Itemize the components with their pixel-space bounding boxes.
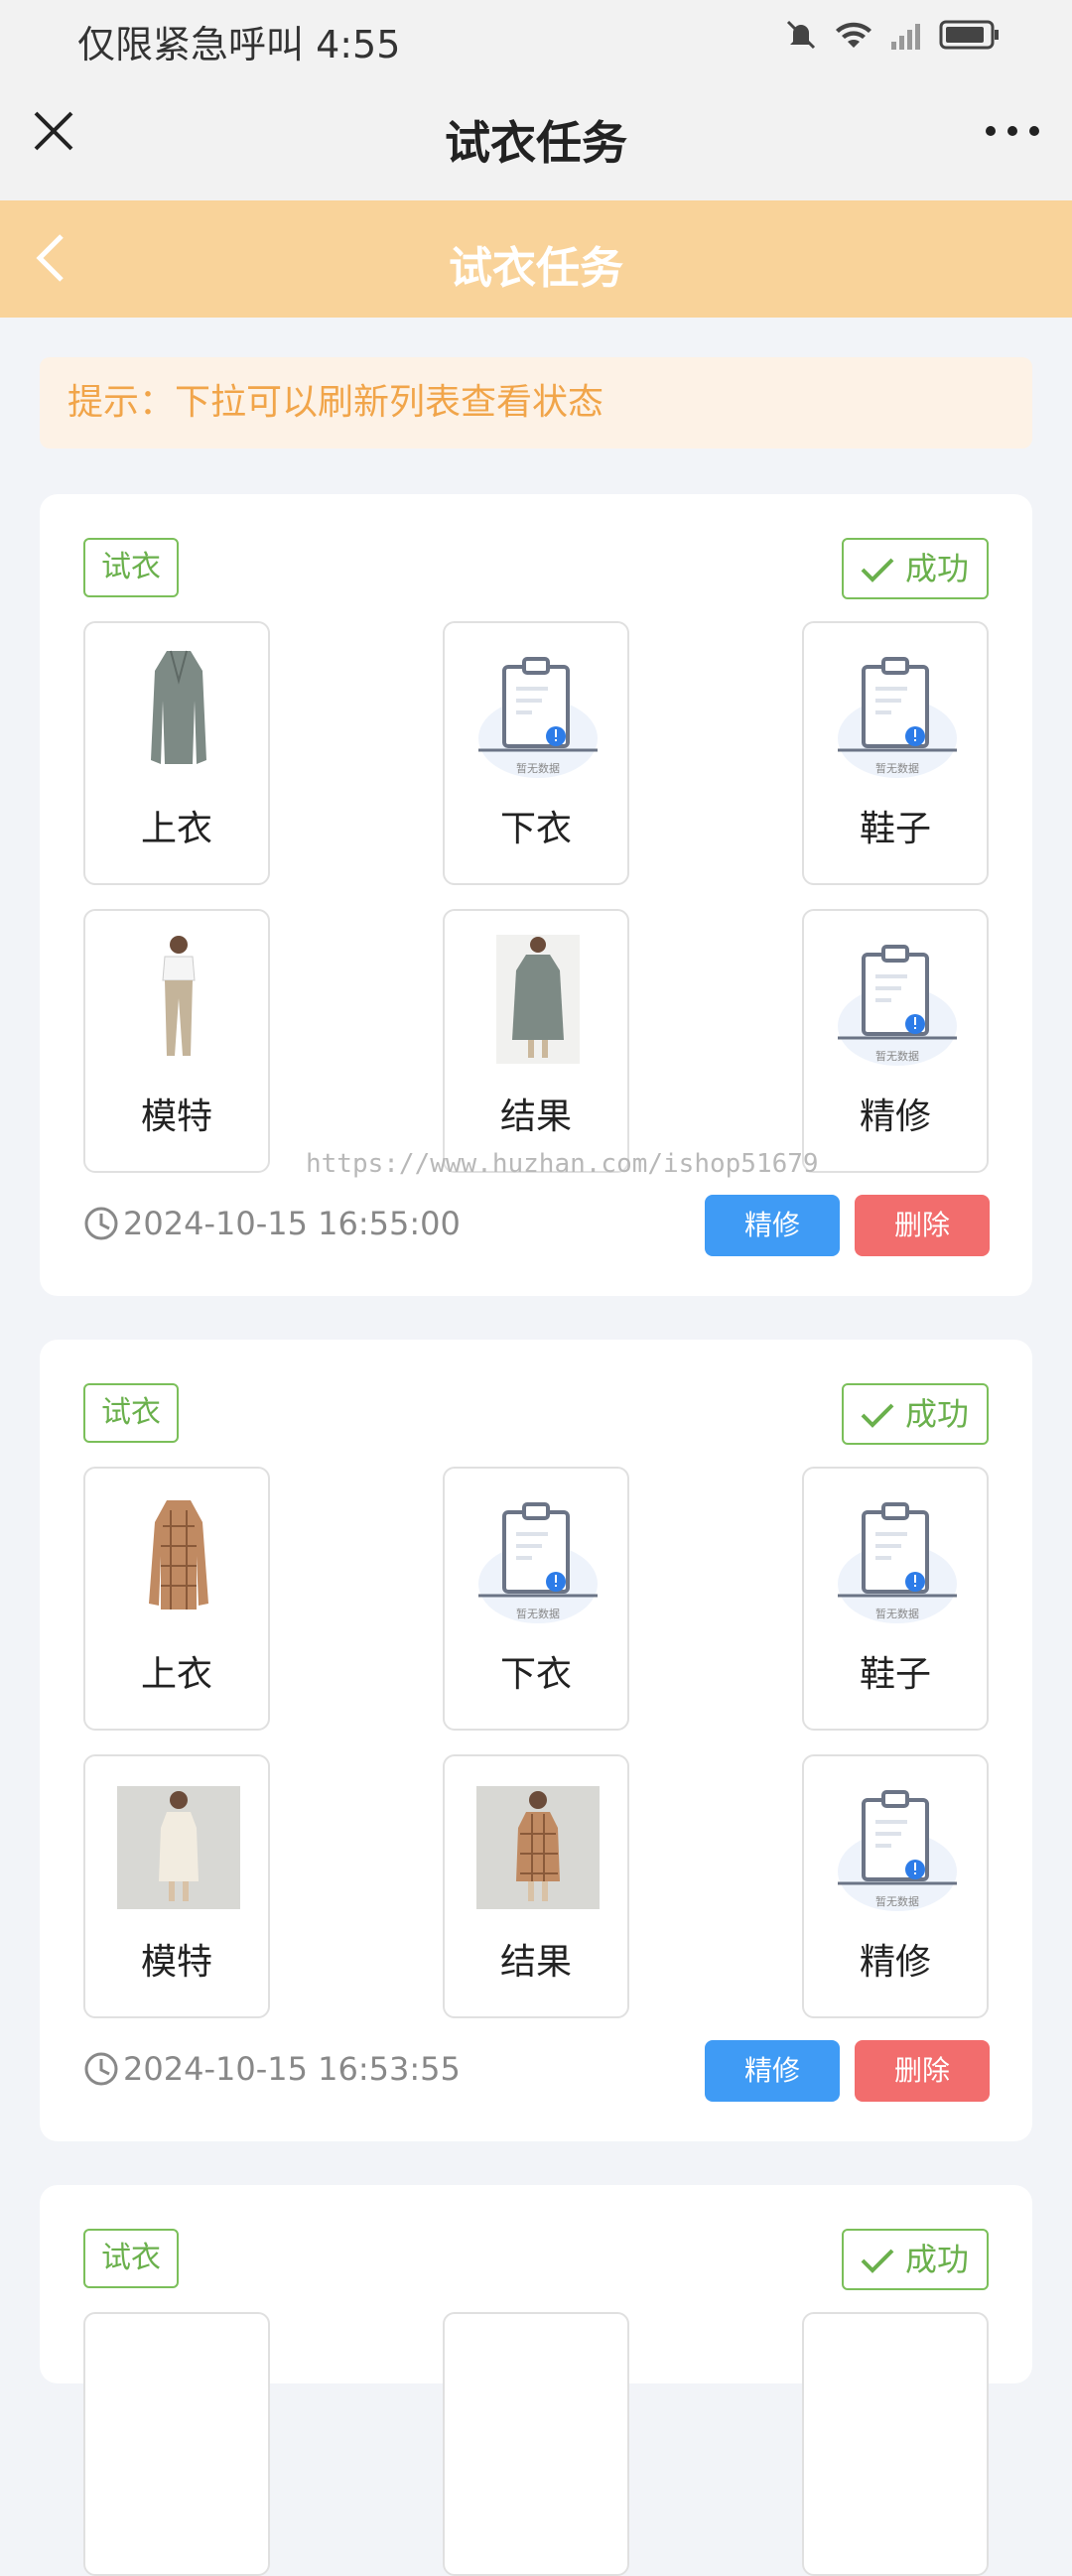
- task-type-tag: 试衣: [83, 538, 179, 597]
- tile-label: 鞋子: [859, 1654, 931, 1695]
- refresh-tip: 提示：下拉可以刷新列表查看状态: [40, 357, 1032, 449]
- task-card[interactable]: 试衣 成功: [40, 2185, 1032, 2576]
- empty-state-icon: 暂无数据: [838, 1502, 957, 1623]
- page-title: 试衣任务: [449, 243, 623, 294]
- status-text: 成功: [905, 1395, 970, 1433]
- svg-text:暂无数据: 暂无数据: [516, 761, 560, 775]
- tile-label: 模特: [140, 1096, 212, 1137]
- tile-refined[interactable]: 暂无数据 精修: [802, 909, 989, 1173]
- tile-bottom[interactable]: 暂无数据 下衣: [443, 621, 629, 885]
- tile-label: 鞋子: [859, 809, 931, 849]
- timestamp: 2024-10-15 16:53:55: [83, 2050, 461, 2088]
- tile-model[interactable]: 模特: [83, 909, 270, 1173]
- tile-label: 结果: [499, 1942, 572, 1983]
- signal-icon: [891, 24, 920, 50]
- clock-icon: [84, 1207, 118, 1240]
- status-badge: 成功: [842, 538, 989, 599]
- tile-bottom[interactable]: [443, 2312, 629, 2576]
- window-title: 试衣任务: [445, 116, 627, 170]
- task-card[interactable]: 试衣 成功 上衣 暂无数据 下衣 暂无数据 鞋子 模特 结果 暂无数据 精修 2…: [40, 1340, 1032, 2141]
- tile-label: 模特: [140, 1942, 212, 1983]
- empty-state-icon: 暂无数据: [478, 657, 598, 778]
- timestamp-text: 2024-10-15 16:55:00: [123, 1205, 461, 1242]
- plaid-dress-image: [149, 1500, 208, 1610]
- svg-text:暂无数据: 暂无数据: [875, 1894, 919, 1908]
- check-icon: [861, 558, 894, 582]
- tile-bottom[interactable]: 暂无数据 下衣: [443, 1467, 629, 1731]
- tile-result[interactable]: 结果: [443, 909, 629, 1173]
- model-image: [117, 1786, 240, 1909]
- more-icon[interactable]: [983, 119, 1042, 143]
- task-type-tag: 试衣: [83, 2229, 179, 2288]
- timestamp: 2024-10-15 16:55:00: [83, 1205, 461, 1242]
- clock-icon: [84, 2052, 118, 2086]
- tile-top[interactable]: [83, 2312, 270, 2576]
- refine-button[interactable]: 精修: [705, 2040, 840, 2102]
- empty-state-icon: 暂无数据: [838, 945, 957, 1066]
- status-text: 成功: [905, 550, 970, 587]
- tile-result[interactable]: 结果: [443, 1754, 629, 2018]
- empty-state-icon: 暂无数据: [838, 1790, 957, 1911]
- watermark: https://www.huzhan.com/ishop51679: [306, 1149, 819, 1179]
- tile-label: 精修: [859, 1096, 931, 1137]
- mute-icon: [786, 20, 816, 50]
- page-header: 试衣任务: [0, 200, 1072, 318]
- title-bar: 试衣任务: [0, 71, 1072, 200]
- refine-button[interactable]: 精修: [705, 1195, 840, 1256]
- timestamp-text: 2024-10-15 16:53:55: [123, 2050, 461, 2088]
- tile-label: 上衣: [140, 1654, 212, 1695]
- check-icon: [861, 2249, 894, 2273]
- svg-text:暂无数据: 暂无数据: [516, 1607, 560, 1620]
- tile-label: 结果: [499, 1096, 572, 1137]
- empty-state-icon: 暂无数据: [838, 657, 957, 778]
- tile-top[interactable]: 上衣: [83, 1467, 270, 1731]
- coat-image: [151, 650, 206, 764]
- tile-top[interactable]: 上衣: [83, 621, 270, 885]
- svg-text:暂无数据: 暂无数据: [875, 1607, 919, 1620]
- status-text: 仅限紧急呼叫 4:55: [77, 23, 401, 66]
- tile-model[interactable]: 模特: [83, 1754, 270, 2018]
- tile-refined[interactable]: 暂无数据 精修: [802, 1754, 989, 2018]
- delete-button[interactable]: 删除: [855, 1195, 990, 1256]
- tile-label: 下衣: [499, 809, 572, 849]
- empty-state-icon: 暂无数据: [478, 1502, 598, 1623]
- tile-label: 下衣: [499, 1654, 572, 1695]
- task-type-tag: 试衣: [83, 1383, 179, 1443]
- svg-text:暂无数据: 暂无数据: [875, 761, 919, 775]
- svg-text:暂无数据: 暂无数据: [875, 1049, 919, 1063]
- status-badge: 成功: [842, 2229, 989, 2290]
- model-image: [162, 936, 196, 1056]
- tile-label: 精修: [859, 1942, 931, 1983]
- status-text: 成功: [905, 2241, 970, 2278]
- tile-shoes[interactable]: 暂无数据 鞋子: [802, 621, 989, 885]
- result-image: [476, 1786, 600, 1909]
- result-image: [496, 935, 580, 1064]
- tile-shoes[interactable]: 暂无数据 鞋子: [802, 1467, 989, 1731]
- tile-shoes[interactable]: [802, 2312, 989, 2576]
- status-badge: 成功: [842, 1383, 989, 1445]
- status-bar: 仅限紧急呼叫 4:55: [0, 0, 1072, 71]
- wifi-icon: [836, 22, 871, 48]
- check-icon: [861, 1403, 894, 1428]
- tile-label: 上衣: [140, 809, 212, 849]
- battery-icon: [939, 20, 999, 50]
- delete-button[interactable]: 删除: [855, 2040, 990, 2102]
